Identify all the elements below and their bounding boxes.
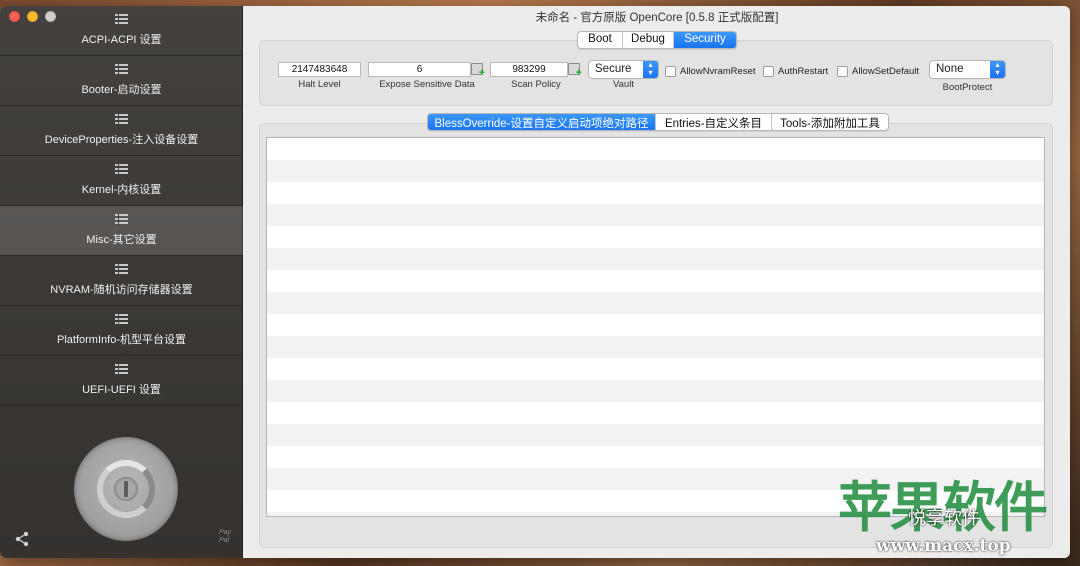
halt-level-label: Halt Level	[298, 79, 341, 90]
table-row[interactable]	[267, 204, 1044, 226]
calculator-icon[interactable]	[471, 63, 485, 79]
sidebar-nav: ACPI-ACPI 设置 Booter-启动设置 DevicePropertie…	[0, 6, 243, 406]
tab-debug[interactable]: Debug	[623, 32, 674, 48]
sidebar-item-label: Misc-其它设置	[86, 234, 157, 246]
table-row[interactable]	[267, 380, 1044, 402]
checkbox-box[interactable]	[665, 66, 676, 77]
table-row[interactable]	[267, 226, 1044, 248]
list-icon	[115, 214, 128, 226]
sidebar-item-label: Booter-启动设置	[81, 84, 162, 96]
list-icon	[115, 264, 128, 276]
auth-restart-checkbox[interactable]: AuthRestart	[763, 66, 828, 77]
sidebar-item-label: NVRAM-随机访问存储器设置	[50, 284, 193, 296]
checkbox-label: AllowSetDefault	[852, 66, 920, 77]
halt-level-field[interactable]: 2147483648	[278, 62, 361, 77]
boot-protect-select-value: None	[936, 63, 964, 75]
sidebar-item-label: PlatformInfo-机型平台设置	[57, 334, 186, 346]
list-icon	[115, 314, 128, 326]
chevron-updown-icon: ▴ ▾	[643, 61, 658, 78]
expose-sensitive-data-label: Expose Sensitive Data	[379, 79, 475, 90]
window-controls	[9, 11, 56, 22]
table-row[interactable]	[267, 512, 1044, 516]
tab-boot[interactable]: Boot	[578, 32, 623, 48]
checkbox-label: AuthRestart	[778, 66, 829, 77]
vault-label: Vault	[613, 79, 634, 90]
scan-policy-label: Scan Policy	[511, 79, 561, 90]
tab-security[interactable]: Security	[674, 32, 736, 48]
table-row[interactable]	[267, 490, 1044, 512]
table-row[interactable]	[267, 468, 1044, 490]
share-icon[interactable]	[14, 531, 30, 547]
table-row[interactable]	[267, 182, 1044, 204]
sidebar-item-label: ACPI-ACPI 设置	[81, 34, 162, 46]
sidebar-item-label: Kernel-内核设置	[81, 184, 162, 196]
table-row[interactable]	[267, 336, 1044, 358]
sidebar-item-nvram[interactable]: NVRAM-随机访问存储器设置	[0, 256, 243, 306]
sidebar-item-platforminfo[interactable]: PlatformInfo-机型平台设置	[0, 306, 243, 356]
table-row[interactable]	[267, 402, 1044, 424]
table-row[interactable]	[267, 270, 1044, 292]
boot-protect-label: BootProtect	[942, 82, 993, 93]
list-icon	[115, 364, 128, 376]
table-row[interactable]	[267, 248, 1044, 270]
table-row[interactable]	[267, 314, 1044, 336]
list-icon	[115, 14, 128, 26]
zoom-button[interactable]	[45, 11, 56, 22]
expose-sensitive-data-field[interactable]: 6	[368, 62, 471, 77]
list-icon	[115, 114, 128, 126]
vault-select[interactable]: Secure ▴ ▾	[588, 60, 659, 79]
table-row[interactable]	[267, 424, 1044, 446]
list-icon	[115, 164, 128, 176]
checkbox-box[interactable]	[763, 66, 774, 77]
table-row[interactable]	[267, 446, 1044, 468]
sidebar-item-label: DeviceProperties-注入设备设置	[44, 134, 199, 146]
disk-utility-icon[interactable]	[74, 437, 178, 541]
table-row[interactable]	[267, 292, 1044, 314]
checkbox-box[interactable]	[837, 66, 848, 77]
table-row[interactable]	[267, 358, 1044, 380]
sidebar-item-deviceproperties[interactable]: DeviceProperties-注入设备设置	[0, 106, 243, 156]
sidebar-item-uefi[interactable]: UEFI-UEFI 设置	[0, 356, 243, 406]
tab-tools[interactable]: Tools-添加附加工具	[772, 114, 888, 130]
window-title: 未命名 - 官方原版 OpenCore [0.5.8 正式版配置]	[535, 12, 779, 24]
bless-override-table[interactable]	[266, 137, 1045, 517]
table-row[interactable]	[267, 138, 1044, 160]
tab-entries[interactable]: Entries-自定义条目	[656, 114, 772, 130]
chevron-updown-icon: ▴ ▾	[990, 61, 1005, 78]
mid-tab-bar: BlessOverride-设置自定义启动项绝对路径 Entries-自定义条目…	[427, 113, 889, 131]
close-button[interactable]	[9, 11, 20, 22]
tab-bless-override[interactable]: BlessOverride-设置自定义启动项绝对路径	[428, 114, 656, 130]
sidebar-item-misc[interactable]: Misc-其它设置	[0, 206, 243, 256]
sidebar-item-label: UEFI-UEFI 设置	[82, 384, 161, 396]
vault-select-value: Secure	[595, 63, 632, 75]
boot-protect-select[interactable]: None ▴ ▾	[929, 60, 1006, 79]
calculator-icon[interactable]	[568, 63, 582, 79]
top-tab-bar: Boot Debug Security	[577, 31, 737, 49]
app-window: ACPI-ACPI 设置 Booter-启动设置 DevicePropertie…	[0, 6, 1070, 558]
scan-policy-field[interactable]: 983299	[490, 62, 568, 77]
checkbox-label: AllowNvramReset	[680, 66, 756, 77]
allow-nvram-reset-checkbox[interactable]: AllowNvramReset	[665, 66, 756, 77]
security-panel: 2147483648 Halt Level 6 Expose Sensitive…	[259, 40, 1053, 106]
paypal-logo[interactable]: Pay Pal	[219, 529, 231, 545]
sidebar: ACPI-ACPI 设置 Booter-启动设置 DevicePropertie…	[0, 6, 243, 558]
sidebar-item-kernel[interactable]: Kernel-内核设置	[0, 156, 243, 206]
main-area: 未命名 - 官方原版 OpenCore [0.5.8 正式版配置] 214748…	[244, 6, 1070, 558]
allow-set-default-checkbox[interactable]: AllowSetDefault	[837, 66, 919, 77]
table-row[interactable]	[267, 160, 1044, 182]
disc-slot	[124, 481, 128, 497]
list-icon	[115, 64, 128, 76]
sidebar-item-booter[interactable]: Booter-启动设置	[0, 56, 243, 106]
minimize-button[interactable]	[27, 11, 38, 22]
